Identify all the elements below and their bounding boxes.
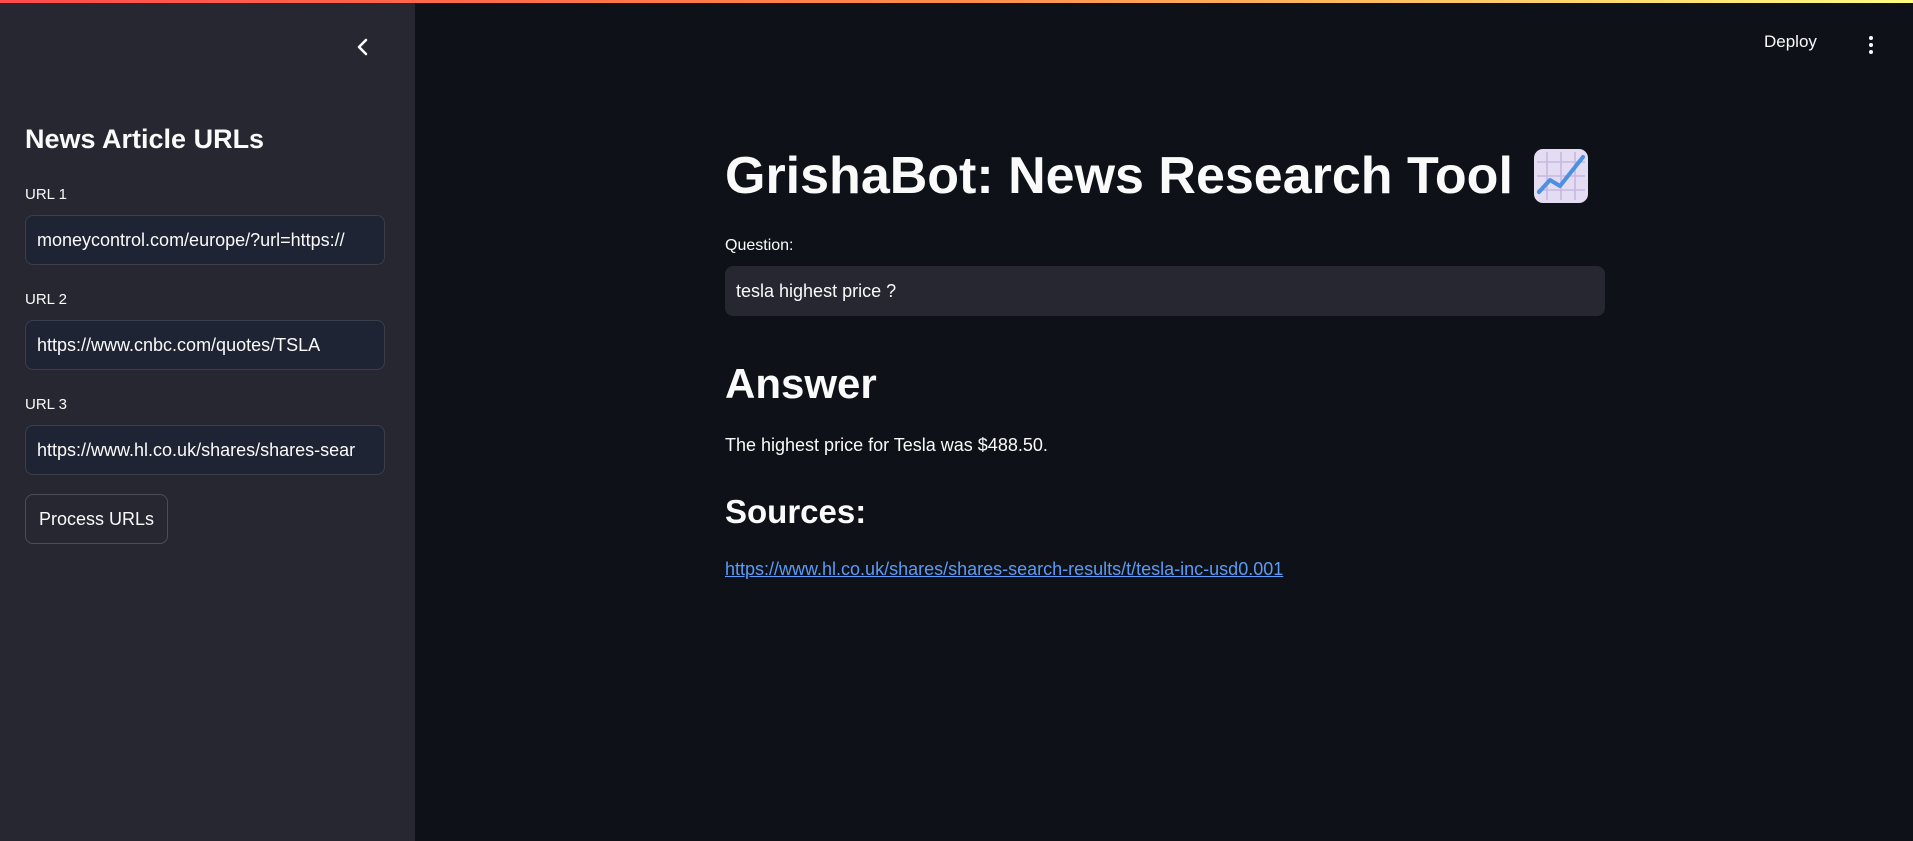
sources-heading: Sources: bbox=[725, 493, 867, 530]
answer-text: The highest price for Tesla was $488.50. bbox=[725, 435, 1048, 455]
chart-increasing-icon bbox=[1533, 149, 1588, 203]
sidebar-title: News Article URLs bbox=[25, 124, 265, 154]
source-link[interactable]: https://www.hl.co.uk/shares/shares-searc… bbox=[725, 559, 1283, 580]
page-title-text: GrishaBot: News Research Tool bbox=[725, 147, 1513, 205]
deploy-button[interactable]: Deploy bbox=[1764, 32, 1817, 52]
url-1-label: URL 1 bbox=[25, 186, 67, 203]
url-3-input[interactable] bbox=[25, 425, 385, 475]
url-2-input[interactable] bbox=[25, 320, 385, 370]
url-3-label: URL 3 bbox=[25, 396, 67, 413]
question-input[interactable] bbox=[725, 266, 1605, 316]
process-urls-button[interactable]: Process URLs bbox=[25, 494, 168, 544]
answer-heading: Answer bbox=[725, 360, 877, 407]
url-1-input[interactable] bbox=[25, 215, 385, 265]
sidebar: News Article URLs URL 1 URL 2 URL 3 Proc… bbox=[0, 0, 415, 841]
kebab-menu-icon[interactable] bbox=[1861, 32, 1881, 58]
chevron-left-icon[interactable] bbox=[350, 34, 376, 60]
page-title: GrishaBot: News Research Tool bbox=[725, 146, 1589, 206]
top-accent-bar bbox=[0, 0, 1913, 3]
question-label: Question: bbox=[725, 237, 794, 254]
url-2-label: URL 2 bbox=[25, 291, 67, 308]
main-content: Deploy GrishaBot: News Research Tool Que… bbox=[415, 0, 1913, 841]
